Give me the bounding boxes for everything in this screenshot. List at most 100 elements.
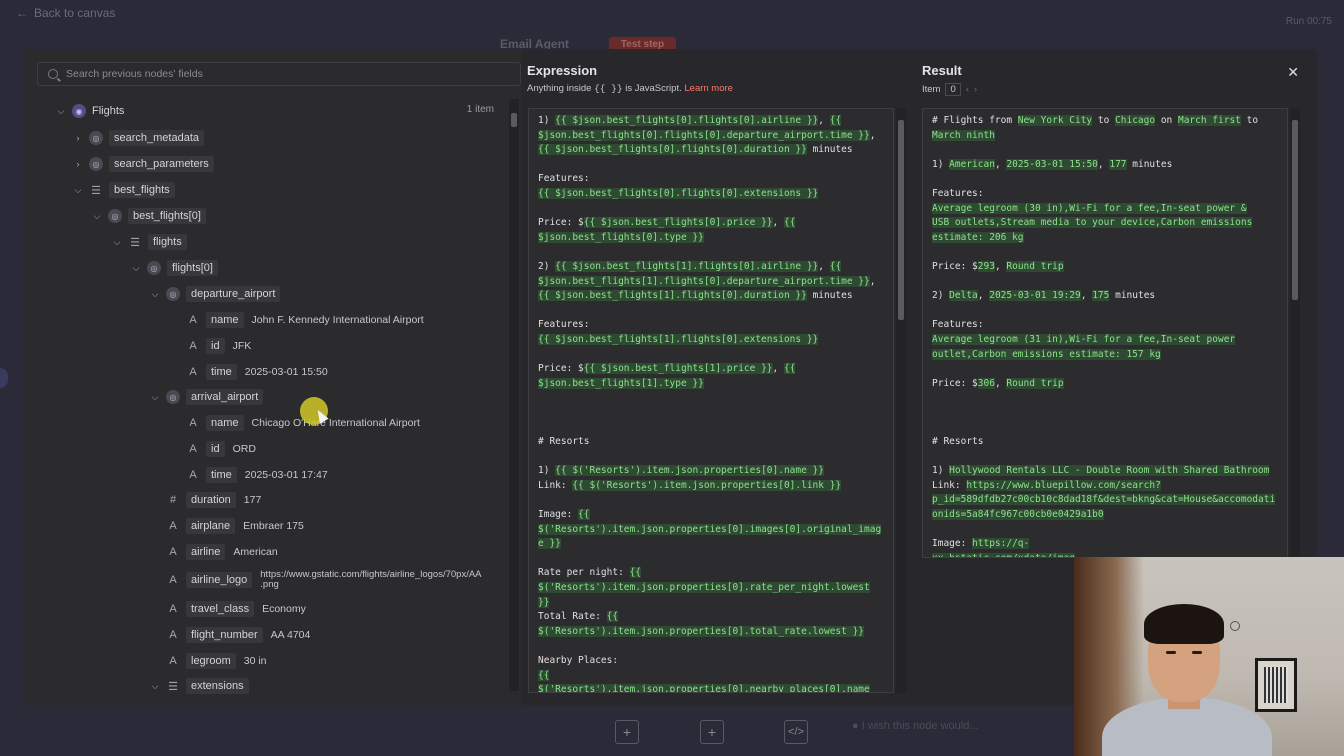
item-label: Item: [922, 84, 941, 95]
expression-editor[interactable]: 1) {{ $json.best_flights[0].flights[0].a…: [528, 108, 894, 693]
chevron-down-icon[interactable]: ⌵: [90, 211, 104, 222]
code-line: Average legroom (30 in),Wi-Fi for a fee,…: [932, 202, 1278, 217]
add-node-button-2[interactable]: +: [700, 720, 724, 744]
feedback-text: I wish this node would...: [861, 720, 979, 732]
tree-row[interactable]: A airline_logo https://www.gstatic.com/f…: [162, 566, 481, 594]
input-scrollbar[interactable]: [509, 99, 519, 691]
text-type-icon: A: [169, 546, 177, 558]
text-type-icon: A: [189, 314, 197, 326]
chevron-down-icon[interactable]: ⌵: [129, 263, 143, 274]
list-icon: ☰: [130, 236, 140, 249]
scrollbar-thumb[interactable]: [511, 113, 517, 127]
search-icon: [48, 69, 58, 79]
tree-row[interactable]: ⌵ ☰ best_flights: [71, 179, 183, 201]
tree-row[interactable]: A time 2025-03-01 15:50: [182, 361, 328, 383]
resolved-value: 175: [1092, 290, 1110, 302]
scrollbar-thumb[interactable]: [898, 120, 904, 320]
tree-row[interactable]: ⌵ ◎ best_flights[0]: [90, 205, 214, 227]
chevron-down-icon[interactable]: ⌵: [148, 392, 162, 403]
field-key: search_metadata: [109, 130, 204, 146]
field-key: id: [206, 338, 225, 354]
presenter-eye: [1166, 651, 1176, 654]
resolved-value: March ninth: [932, 129, 995, 141]
tree-row[interactable]: › ◎ search_metadata: [71, 127, 212, 149]
resolved-value: Delta: [949, 290, 978, 302]
resolved-value: {{ $json.best_flights[1].flights[0].airl…: [555, 260, 819, 272]
resolved-value: }}: [538, 596, 550, 608]
tree-row[interactable]: A airline American: [162, 541, 278, 563]
chevron-right-icon[interactable]: ›: [71, 133, 85, 143]
hint-suffix: is JavaScript.: [625, 83, 682, 94]
search-input[interactable]: Search previous nodes' fields: [66, 68, 203, 80]
result-header: Result Item 0 ‹ ›: [922, 63, 977, 96]
feedback-hint[interactable]: ● I wish this node would...: [852, 720, 979, 732]
tree-node-flights[interactable]: ⌵ ◉ Flights 1 item: [54, 100, 494, 122]
expression-title: Expression: [527, 63, 598, 78]
item-index-input[interactable]: 0: [945, 83, 961, 96]
code-line: }}: [538, 596, 884, 611]
tree-row[interactable]: # duration 177: [162, 489, 261, 511]
close-icon[interactable]: ✕: [1287, 64, 1299, 81]
code-line: Price: ${{ $json.best_flights[1].price }…: [538, 362, 884, 377]
code-text: ,: [994, 377, 1007, 389]
add-node-button[interactable]: +: [615, 720, 639, 744]
code-text: 1): [538, 465, 556, 477]
code-line: # Resorts: [932, 435, 1278, 450]
resolved-value: Hollywood Rentals LLC - Double Room with…: [949, 465, 1270, 477]
code-text: Link:: [538, 479, 573, 491]
field-key: time: [206, 364, 237, 380]
tree-row[interactable]: ⌵ ☰ extensions: [148, 675, 257, 697]
field-search[interactable]: Search previous nodes' fields: [37, 62, 521, 86]
chevron-right-icon[interactable]: ›: [71, 159, 85, 169]
code-line: Price: $306, Round trip: [932, 377, 1278, 392]
field-key: id: [206, 441, 225, 457]
code-text: on: [1155, 115, 1178, 126]
hint-prefix: Anything inside: [527, 83, 592, 94]
chevron-right-icon[interactable]: ›: [974, 84, 977, 95]
result-scrollbar[interactable]: [1290, 108, 1300, 558]
resolved-value: https://q-: [972, 538, 1030, 550]
expression-scrollbar[interactable]: [896, 108, 906, 693]
learn-more-link[interactable]: Learn more: [684, 83, 733, 94]
tree-row[interactable]: › ◎ search_parameters: [71, 153, 222, 175]
field-key: name: [206, 415, 244, 431]
code-line: Features:: [538, 318, 884, 333]
tree-row[interactable]: ⌵ ◎ flights[0]: [129, 257, 226, 279]
chevron-left-icon[interactable]: ‹: [966, 84, 969, 95]
code-line: Nearby Places:: [538, 654, 884, 669]
tree-row[interactable]: A airplane Embraer 175: [162, 515, 304, 537]
chevron-down-icon[interactable]: ⌵: [110, 237, 124, 248]
tree-row[interactable]: A name John F. Kennedy International Air…: [182, 309, 424, 331]
tree-row[interactable]: ⌵ ◎ arrival_airport: [148, 386, 271, 408]
tree-row[interactable]: A legroom 30 in: [162, 650, 267, 672]
scrollbar-thumb[interactable]: [1292, 120, 1298, 300]
resolved-value: New York City: [1017, 115, 1093, 126]
tree-row[interactable]: A id ORD: [182, 438, 256, 460]
tree-row[interactable]: A flight_number AA 4704: [162, 624, 310, 646]
code-line: {{ $json.best_flights[0].flights[0].dura…: [538, 143, 884, 158]
code-text: Price: $: [932, 377, 978, 389]
resolved-value: $('Resorts').item.json.properties[0].nea…: [538, 684, 870, 692]
tree-row[interactable]: ⌵ ☰ flights: [110, 231, 195, 253]
field-value: 30 in: [243, 655, 267, 667]
back-to-canvas-link[interactable]: ← Back to canvas: [16, 6, 115, 20]
code-text: ,: [818, 260, 830, 272]
field-key: time: [206, 467, 237, 483]
resolved-value: {{ $json.best_flights[1].flights[0].dura…: [538, 290, 807, 302]
tree-row[interactable]: A id JFK: [182, 335, 251, 357]
chevron-down-icon[interactable]: ⌵: [148, 681, 162, 692]
tree-row[interactable]: A travel_class Economy: [162, 598, 306, 620]
tree-row[interactable]: ⌵ ◎ departure_airport: [148, 283, 288, 305]
code-text: ,: [818, 115, 830, 126]
code-line: 1) American, 2025-03-01 15:50, 177 minut…: [932, 158, 1278, 173]
code-icon[interactable]: </>: [784, 720, 808, 744]
resolved-value: Round trip: [1006, 377, 1064, 389]
tree-row[interactable]: A time 2025-03-01 17:47: [182, 464, 328, 486]
chevron-down-icon[interactable]: ⌵: [54, 106, 68, 117]
chevron-down-icon[interactable]: ⌵: [148, 289, 162, 300]
chevron-down-icon[interactable]: ⌵: [71, 185, 85, 196]
